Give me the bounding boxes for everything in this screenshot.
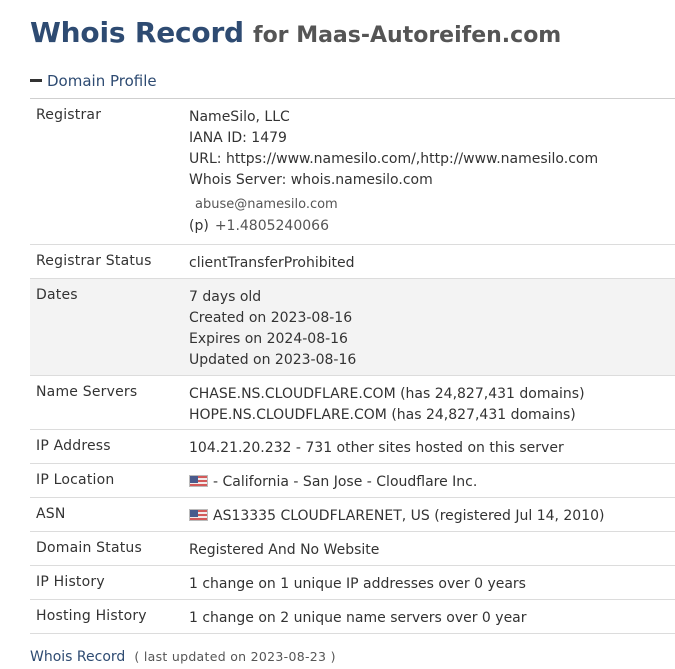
table-row-registrar-status: Registrar Status clientTransferProhibite… xyxy=(30,244,675,279)
whois-record-footer: Whois Record ( last updated on 2023-08-2… xyxy=(30,646,336,665)
name-server-1: CHASE.NS.CLOUDFLARE.COM (has 24,827,431 … xyxy=(189,386,585,402)
dates-created: Created on 2023-08-16 xyxy=(189,310,353,326)
row-value: AS13335 CLOUDFLARENET, US (registered Ju… xyxy=(189,497,675,532)
table-row-asn: ASN AS13335 CLOUDFLARENET, US (registere… xyxy=(30,497,675,532)
table-row-hosting-history: Hosting History 1 change on 2 unique nam… xyxy=(30,599,675,634)
table-row-registrar: Registrar NameSilo, LLC IANA ID: 1479 UR… xyxy=(30,98,675,245)
row-key: Hosting History xyxy=(30,599,189,634)
table-row-dates: Dates 7 days old Created on 2023-08-16 E… xyxy=(30,278,675,376)
row-key: IP Address xyxy=(30,429,189,464)
registrar-url: URL: https://www.namesilo.com/,http://ww… xyxy=(189,151,599,167)
domain-profile-label: Domain Profile xyxy=(47,72,157,90)
row-value: Registered And No Website xyxy=(189,531,675,566)
dates-age: 7 days old xyxy=(189,289,262,305)
row-key: IP History xyxy=(30,565,189,600)
registrar-name: NameSilo, LLC xyxy=(189,109,290,125)
registrar-abuse-email: abuse@namesilo.com xyxy=(195,197,338,212)
registrar-whois-server: Whois Server: whois.namesilo.com xyxy=(189,172,433,188)
table-row-ip-location: IP Location - California - San Jose - Cl… xyxy=(30,463,675,498)
table-row-name-servers: Name Servers CHASE.NS.CLOUDFLARE.COM (ha… xyxy=(30,375,675,430)
page-title-domain: for Maas-Autoreifen.com xyxy=(253,23,562,48)
row-value: 1 change on 2 unique name servers over 0… xyxy=(189,599,675,634)
row-value: 1 change on 1 unique IP addresses over 0… xyxy=(189,565,675,600)
whois-record-label: Whois Record xyxy=(30,649,126,665)
row-value: 7 days old Created on 2023-08-16 Expires… xyxy=(189,278,675,376)
registrar-iana: IANA ID: 1479 xyxy=(189,130,287,146)
row-key: Domain Status xyxy=(30,531,189,566)
us-flag-icon xyxy=(189,475,208,487)
row-key: IP Location xyxy=(30,463,189,498)
row-value: - California - San Jose - Cloudflare Inc… xyxy=(189,463,675,498)
dates-expires: Expires on 2024-08-16 xyxy=(189,331,348,347)
registrar-phone: (p) +1.4805240066 xyxy=(189,215,675,237)
row-value: NameSilo, LLC IANA ID: 1479 URL: https:/… xyxy=(189,98,675,245)
row-key: Registrar xyxy=(30,98,189,245)
asn-text: AS13335 CLOUDFLARENET, US (registered Ju… xyxy=(213,508,605,524)
table-row-ip-address: IP Address 104.21.20.232 - 731 other sit… xyxy=(30,429,675,464)
table-row-domain-status: Domain Status Registered And No Website xyxy=(30,531,675,566)
domain-profile-table: Registrar NameSilo, LLC IANA ID: 1479 UR… xyxy=(30,98,675,634)
row-value: CHASE.NS.CLOUDFLARE.COM (has 24,827,431 … xyxy=(189,375,675,430)
name-server-2: HOPE.NS.CLOUDFLARE.COM (has 24,827,431 d… xyxy=(189,407,576,423)
page-title: Whois Record for Maas-Autoreifen.com xyxy=(30,16,561,49)
phone-number: +1.4805240066 xyxy=(214,218,329,234)
row-key: Registrar Status xyxy=(30,244,189,279)
row-value: 104.21.20.232 - 731 other sites hosted o… xyxy=(189,429,675,464)
row-key: ASN xyxy=(30,497,189,532)
last-updated-text: ( last updated on 2023-08-23 ) xyxy=(134,649,336,664)
page-title-main: Whois Record xyxy=(30,16,244,49)
dates-updated: Updated on 2023-08-16 xyxy=(189,352,357,368)
us-flag-icon xyxy=(189,509,208,521)
collapse-minus-icon[interactable] xyxy=(30,79,42,82)
row-key: Name Servers xyxy=(30,375,189,430)
row-key: Dates xyxy=(30,278,189,376)
domain-profile-toggle[interactable]: Domain Profile xyxy=(30,72,157,90)
ip-location-text: - California - San Jose - Cloudflare Inc… xyxy=(213,474,478,490)
phone-label: (p) xyxy=(189,218,209,234)
table-row-ip-history: IP History 1 change on 1 unique IP addre… xyxy=(30,565,675,600)
row-value: clientTransferProhibited xyxy=(189,244,675,279)
